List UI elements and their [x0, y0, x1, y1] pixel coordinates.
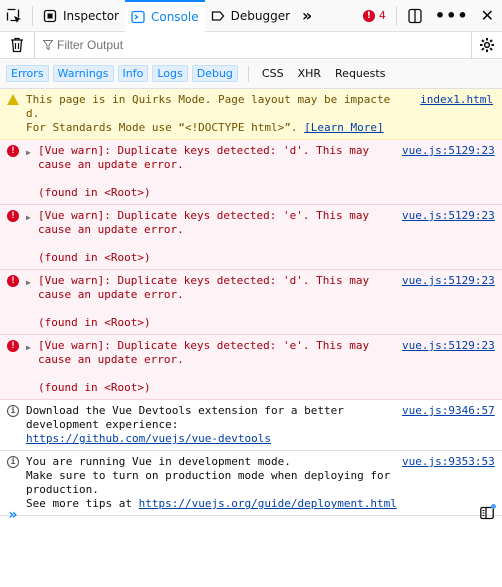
filter-css-button[interactable]: CSS	[257, 65, 289, 82]
ellipsis-icon: •••	[434, 6, 469, 25]
message-source-link[interactable]: vue.js:5129:23	[402, 339, 502, 395]
category-divider	[247, 65, 249, 82]
warning-icon	[7, 94, 19, 105]
filter-warnings-button[interactable]: Warnings	[52, 65, 114, 82]
console-message-error[interactable]: ! ▶ [Vue warn]: Duplicate keys detected:…	[0, 335, 502, 400]
message-text: [Vue warn]: Duplicate keys detected: 'e'…	[38, 339, 370, 394]
console-message-error[interactable]: ! ▶ [Vue warn]: Duplicate keys detected:…	[0, 140, 502, 205]
console-category-filters: Errors Warnings Info Logs Debug CSS XHR …	[0, 59, 502, 89]
message-source-link[interactable]: vue.js:9346:57	[402, 404, 502, 446]
message-text: [Vue warn]: Duplicate keys detected: 'd'…	[38, 144, 370, 199]
close-icon: ✕	[480, 6, 494, 25]
clear-console-button[interactable]	[0, 29, 34, 61]
filter-errors-button[interactable]: Errors	[6, 65, 49, 82]
console-message-warning[interactable]: This page is in Quirks Mode. Page layout…	[0, 89, 502, 140]
error-icon: !	[7, 145, 19, 157]
pick-element-button[interactable]	[0, 0, 28, 32]
close-devtools-button[interactable]: ✕	[475, 0, 502, 32]
tab-console[interactable]: Console	[124, 0, 205, 32]
debugger-icon	[211, 10, 224, 21]
error-icon: !	[7, 210, 19, 222]
tab-debugger-label: Debugger	[230, 8, 291, 23]
message-body: Download the Vue Devtools extension for …	[26, 404, 402, 446]
message-source-link[interactable]: vue.js:5129:23	[402, 274, 502, 330]
error-icon: !	[7, 340, 19, 352]
notification-dot	[491, 504, 496, 509]
error-icon: !	[7, 275, 19, 287]
pick-element-icon	[6, 8, 21, 23]
console-message-info[interactable]: i Download the Vue Devtools extension fo…	[0, 400, 502, 451]
dock-toggle-button[interactable]	[401, 0, 429, 32]
devtools-toolbar: Inspector Console Debugger ›› ! 4 ••• ✕	[0, 0, 502, 32]
toolbar-divider	[32, 5, 33, 26]
inspector-icon	[43, 9, 57, 22]
chevron-double-right-icon: ››	[302, 6, 312, 25]
devtools-link[interactable]: https://github.com/vuejs/vue-devtools	[26, 432, 271, 445]
more-options-button[interactable]: •••	[429, 0, 475, 32]
filter-debug-button[interactable]: Debug	[191, 65, 238, 82]
message-text: [Vue warn]: Duplicate keys detected: 'd'…	[38, 274, 370, 329]
tab-console-label: Console	[150, 9, 199, 24]
tab-inspector[interactable]: Inspector	[37, 0, 125, 32]
filter-output-input[interactable]	[53, 31, 471, 59]
filter-requests-button[interactable]: Requests	[330, 65, 390, 82]
console-message-error[interactable]: ! ▶ [Vue warn]: Duplicate keys detected:…	[0, 205, 502, 270]
console-filter-bar	[0, 29, 502, 61]
gear-icon	[480, 38, 494, 52]
message-text: Download the Vue Devtools extension for …	[26, 404, 344, 431]
info-icon: i	[7, 405, 19, 417]
message-body: This page is in Quirks Mode. Page layout…	[26, 93, 402, 135]
console-icon	[131, 10, 145, 23]
more-tools-button[interactable]: ››	[296, 0, 315, 32]
prompt-chevron-icon: »	[8, 507, 18, 523]
message-text: [Vue warn]: Duplicate keys detected: 'e'…	[38, 209, 370, 264]
trash-icon	[11, 37, 23, 53]
console-settings-button[interactable]	[472, 29, 502, 61]
filter-divider	[34, 31, 35, 59]
message-source-link[interactable]: vue.js:5129:23	[402, 209, 502, 265]
filter-xhr-button[interactable]: XHR	[293, 65, 326, 82]
console-message-error[interactable]: ! ▶ [Vue warn]: Duplicate keys detected:…	[0, 270, 502, 335]
error-count: 4	[378, 9, 386, 22]
info-icon: i	[7, 456, 19, 468]
tab-debugger[interactable]: Debugger	[205, 0, 296, 32]
toolbar-divider	[395, 5, 397, 26]
error-icon: !	[362, 9, 375, 22]
console-input-row[interactable]: »	[0, 502, 502, 528]
dock-side-icon	[408, 8, 422, 23]
message-source-link[interactable]: index1.html	[402, 93, 502, 135]
error-count-badge[interactable]: ! 4	[357, 0, 392, 32]
expand-arrow-icon[interactable]: ▶	[26, 144, 34, 200]
filter-info-button[interactable]: Info	[117, 65, 149, 82]
filter-icon	[43, 40, 53, 50]
expand-arrow-icon[interactable]: ▶	[26, 209, 34, 265]
learn-more-link[interactable]: [Learn More]	[304, 121, 383, 134]
expand-arrow-icon[interactable]: ▶	[26, 274, 34, 330]
editor-mode-toggle[interactable]	[480, 504, 496, 523]
message-source-link[interactable]: vue.js:5129:23	[402, 144, 502, 200]
expand-arrow-icon[interactable]: ▶	[26, 339, 34, 395]
tab-inspector-label: Inspector	[63, 8, 119, 23]
filter-logs-button[interactable]: Logs	[152, 65, 188, 82]
console-output: This page is in Quirks Mode. Page layout…	[0, 89, 502, 516]
